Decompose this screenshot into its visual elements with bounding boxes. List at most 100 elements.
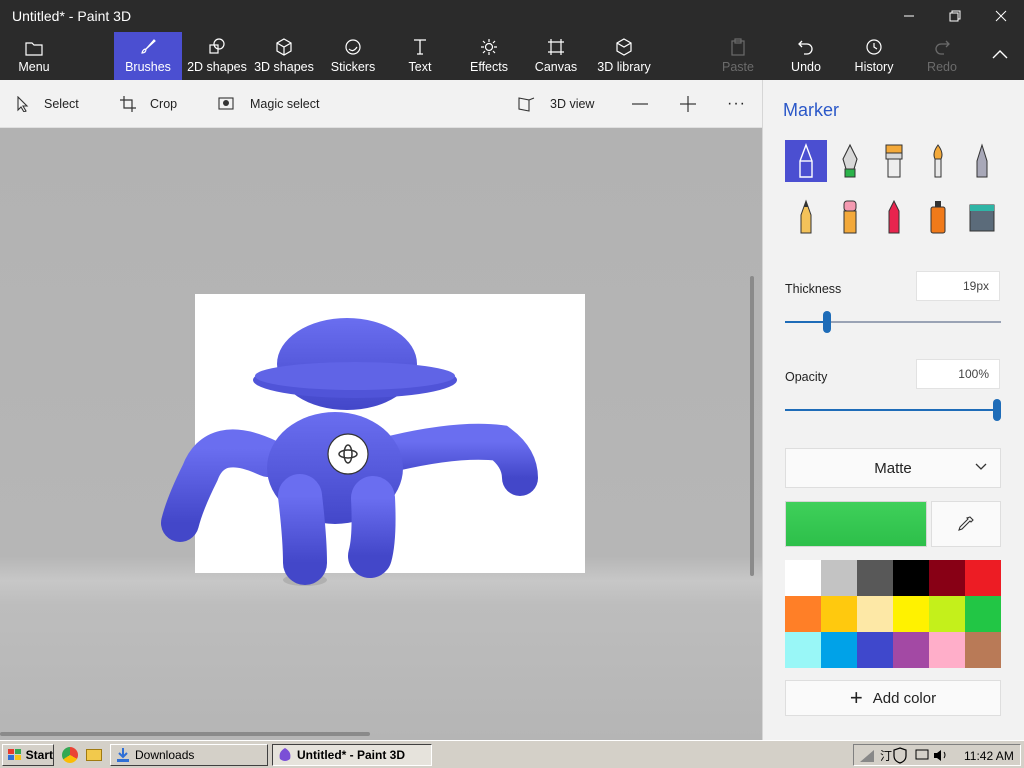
paste-button[interactable]: Paste — [716, 32, 760, 80]
oil-brush-tool[interactable] — [873, 140, 915, 182]
finish-dropdown[interactable]: Matte — [785, 448, 1001, 488]
tab-brushes[interactable]: Brushes — [114, 32, 182, 80]
finish-value: Matte — [874, 459, 912, 477]
redo-icon — [935, 40, 950, 55]
opacity-label: Opacity — [785, 370, 828, 384]
cursor-icon — [17, 96, 29, 112]
add-color-label: Add color — [872, 689, 937, 707]
select-button[interactable]: Select — [16, 80, 79, 128]
tab-canvas[interactable]: Canvas — [528, 32, 584, 80]
calligraphy-pen-tool[interactable] — [829, 140, 871, 182]
spray-can-icon — [930, 201, 946, 234]
history-label: History — [854, 60, 894, 74]
select-label: Select — [44, 97, 79, 111]
clock: 11:42 AM — [964, 749, 1014, 763]
close-button[interactable] — [978, 0, 1024, 32]
palette-swatch[interactable] — [965, 560, 1001, 596]
tab-label: Text — [408, 60, 432, 74]
menu-button[interactable]: Menu — [0, 32, 68, 80]
tab-effects[interactable]: Effects — [462, 32, 516, 80]
thickness-slider-thumb[interactable] — [823, 311, 831, 333]
paint3d-logo-icon — [279, 748, 291, 761]
library-cube-icon — [616, 38, 632, 56]
palette-swatch[interactable] — [929, 560, 965, 596]
text-icon — [414, 39, 426, 55]
tab-2d-shapes[interactable]: 2D shapes — [184, 32, 250, 80]
zoom-out-button[interactable] — [632, 80, 662, 128]
pencil-tool[interactable] — [785, 196, 827, 238]
eraser-icon — [843, 200, 857, 234]
tab-3d-shapes[interactable]: 3D shapes — [252, 32, 316, 80]
close-icon — [995, 10, 1007, 22]
taskbar-paint3d[interactable]: Untitled* - Paint 3D — [272, 744, 432, 766]
crop-button[interactable]: Crop — [120, 80, 177, 128]
start-button[interactable]: Start — [2, 744, 54, 766]
palette-swatch[interactable] — [893, 596, 929, 632]
add-color-button[interactable]: + Add color — [785, 680, 1001, 716]
download-arrow-icon — [117, 748, 129, 762]
thickness-input[interactable]: 19px — [916, 271, 1000, 301]
plus-icon — [680, 96, 696, 112]
opacity-input[interactable]: 100% — [916, 359, 1000, 389]
taskbar-downloads[interactable]: Downloads — [110, 744, 268, 766]
palette-swatch[interactable] — [785, 560, 821, 596]
palette-swatch[interactable] — [785, 632, 821, 668]
chrome-icon[interactable] — [62, 747, 78, 763]
history-button[interactable]: History — [850, 32, 898, 80]
tab-label: Canvas — [534, 60, 578, 74]
palette-swatch[interactable] — [965, 632, 1001, 668]
palette-swatch[interactable] — [821, 596, 857, 632]
chevron-down-icon — [975, 463, 987, 470]
opacity-slider-fill — [785, 409, 997, 411]
view-3d-button[interactable]: 3D view — [518, 80, 594, 128]
taskbar: Start Downloads Untitled* - Paint 3D 汀 1… — [0, 740, 1024, 768]
palette-swatch[interactable] — [929, 632, 965, 668]
current-color-swatch[interactable] — [785, 501, 927, 547]
collapse-ribbon-button[interactable] — [984, 32, 1016, 80]
horizontal-scrollbar[interactable] — [0, 732, 370, 736]
restore-button[interactable] — [932, 0, 978, 32]
palette-swatch[interactable] — [857, 596, 893, 632]
vertical-scrollbar[interactable] — [750, 276, 754, 576]
crayon-tool[interactable] — [873, 196, 915, 238]
pixel-pen-tool[interactable] — [961, 140, 1003, 182]
redo-button[interactable]: Redo — [920, 32, 964, 80]
undo-button[interactable]: Undo — [784, 32, 828, 80]
tab-3d-library[interactable]: 3D library — [594, 32, 654, 80]
palette-swatch[interactable] — [857, 632, 893, 668]
start-label: Start — [25, 748, 53, 762]
minimize-button[interactable] — [886, 0, 932, 32]
palette-swatch[interactable] — [821, 632, 857, 668]
fill-icon — [969, 204, 995, 232]
eyedropper-button[interactable] — [931, 501, 1001, 547]
minus-icon — [632, 103, 648, 105]
spray-can-tool[interactable] — [917, 196, 959, 238]
watercolor-tool[interactable] — [917, 140, 959, 182]
crop-label: Crop — [150, 97, 178, 111]
canvas-icon — [548, 39, 564, 55]
palette-swatch[interactable] — [965, 596, 1001, 632]
palette-swatch[interactable] — [785, 596, 821, 632]
palette-swatch[interactable] — [893, 632, 929, 668]
3d-figure[interactable] — [0, 128, 762, 740]
tab-stickers[interactable]: Stickers — [322, 32, 384, 80]
fill-tool[interactable] — [961, 196, 1003, 238]
palette-swatch[interactable] — [929, 596, 965, 632]
more-options-button[interactable]: ··· — [727, 80, 746, 128]
palette-swatch[interactable] — [857, 560, 893, 596]
palette-swatch[interactable] — [821, 560, 857, 596]
palette-swatch[interactable] — [893, 560, 929, 596]
sticker-icon — [345, 39, 361, 55]
zoom-in-button[interactable] — [680, 80, 710, 128]
marker-tool[interactable] — [785, 140, 827, 182]
window-title: Untitled* - Paint 3D — [12, 8, 132, 24]
magic-select-button[interactable]: Magic select — [218, 80, 319, 128]
eraser-tool[interactable] — [829, 196, 871, 238]
canvas-workspace[interactable] — [0, 128, 762, 740]
tab-label: Stickers — [330, 60, 376, 74]
tab-text[interactable]: Text — [392, 32, 448, 80]
folder-icon[interactable] — [86, 749, 102, 761]
opacity-slider-thumb[interactable] — [993, 399, 1001, 421]
ribbon: Menu Brushes 2D shapes 3D shapes Sticker… — [0, 32, 1024, 80]
undo-icon — [798, 40, 813, 55]
